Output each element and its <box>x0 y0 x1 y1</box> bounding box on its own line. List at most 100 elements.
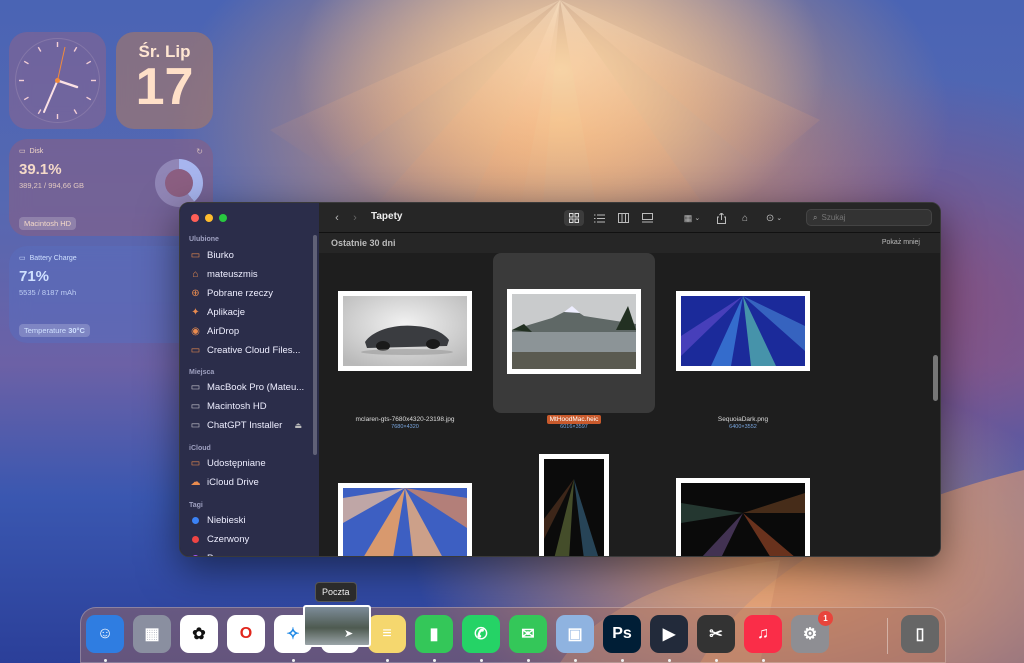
search-input[interactable] <box>821 213 922 222</box>
disk-icon: ▭ <box>190 400 201 412</box>
dock-final-cut-pro-icon[interactable]: ✂ <box>697 615 735 653</box>
dock-ustawienia-systemowe-icon[interactable]: ⚙ 1 <box>791 611 833 653</box>
dock-infuse-icon[interactable]: ▶ <box>650 615 688 653</box>
file-name[interactable]: SequoiaDark.png <box>663 416 823 423</box>
running-indicator <box>527 659 530 662</box>
tag-color-dot <box>192 554 199 556</box>
group-by-button[interactable]: ▦ ⌄ <box>679 210 705 226</box>
dock-photoshop-icon[interactable]: Ps <box>603 615 641 653</box>
sidebar-item-label: ChatGPT Installer <box>207 419 283 431</box>
sidebar-header-tags: Tagi <box>189 502 203 509</box>
running-indicator <box>668 659 671 662</box>
show-less-link[interactable]: Pokaż mniej <box>882 239 920 246</box>
content-scrollbar[interactable] <box>933 355 938 401</box>
sidebar-item-favorite-4[interactable]: ◉ AirDrop <box>190 322 312 340</box>
share-button[interactable] <box>713 210 729 226</box>
zoom-button[interactable] <box>219 214 227 222</box>
dock-whatsapp-icon[interactable]: ✆ <box>462 615 500 653</box>
running-indicator <box>104 659 107 662</box>
tag-dot-icon <box>190 553 201 556</box>
desktop-folder-icon: ▭ <box>190 249 201 261</box>
file-thumbnail[interactable] <box>338 483 472 556</box>
abstract-burst-image <box>681 483 805 556</box>
dock-launchpad-icon[interactable]: ▦ <box>133 615 171 653</box>
list-view-button[interactable] <box>589 210 609 226</box>
file-name-text: MtHoodMac.heic <box>546 415 602 424</box>
file-thumbnail[interactable] <box>539 454 609 556</box>
clock-widget[interactable] <box>9 32 106 129</box>
battery-detail: 5535 / 8187 mAh <box>19 288 77 297</box>
dock-separator <box>887 618 888 654</box>
dock-muzyka-icon[interactable]: ♫ <box>744 615 782 653</box>
gallery-icon <box>641 213 653 223</box>
running-indicator <box>715 659 718 662</box>
dock-kosz-icon[interactable]: ▯ <box>901 615 939 653</box>
finder-content: ‹ › Tapety ▦ ⌄ ⌂ ⊙ ⌄ ⌕ Szukaj Ostatnie 3… <box>319 203 940 556</box>
file-name[interactable]: MtHoodMac.heic <box>494 415 654 424</box>
file-name[interactable]: mclaren-gts-7680x4320-23198.jpg <box>325 416 485 423</box>
dock-wiadomo-ci-icon[interactable]: ✉ <box>509 615 547 653</box>
file-dimensions: 7680×4320 <box>391 424 419 430</box>
file-thumbnail[interactable] <box>676 291 810 371</box>
search-field[interactable]: ⌕ <box>806 209 932 226</box>
tag-color-dot <box>192 535 199 543</box>
applications-icon: ✦ <box>191 306 200 318</box>
chevron-down-icon: ⌄ <box>694 215 701 222</box>
home-icon: ⌂ <box>192 268 199 280</box>
sidebar-item-tag-1[interactable]: Czerwony <box>190 530 312 548</box>
refresh-icon[interactable]: ↻ <box>196 147 203 156</box>
minimize-button[interactable] <box>205 214 213 222</box>
dock-notatki-icon[interactable]: ≡ <box>368 615 406 653</box>
finder-sidebar: Ulubione ▭ Biurko ⌂ mateuszmis ⊕ Pobrane rzec… <box>180 203 319 556</box>
sidebar-item-location-1[interactable]: ▭ Macintosh HD <box>190 397 312 415</box>
sidebar-item-tag-0[interactable]: Niebieski <box>190 511 312 529</box>
dock-chatgpt-icon[interactable]: ✿ <box>180 615 218 653</box>
sidebar-item-icloud-0[interactable]: ▭ Udostępniane <box>190 454 312 472</box>
forward-chevron-icon[interactable]: › <box>349 210 361 226</box>
sidebar-item-favorite-1[interactable]: ⌂ mateuszmis <box>190 265 312 283</box>
window-title: Tapety <box>371 211 403 222</box>
sidebar-item-favorite-5[interactable]: ▭ Creative Cloud Files... <box>190 341 312 359</box>
sidebar-item-tag-2[interactable]: Purpurowy <box>190 549 312 556</box>
sidebar-item-label: Udostępniane <box>207 457 266 469</box>
sidebar-item-label: Macintosh HD <box>207 400 267 412</box>
dock-podgl-d-icon[interactable]: ▣ <box>556 615 594 653</box>
file-thumbnail[interactable] <box>338 291 472 371</box>
dragged-image-preview[interactable] <box>303 605 371 647</box>
column-view-button[interactable] <box>613 210 633 226</box>
dock-finder-icon[interactable]: ☺ <box>86 615 124 653</box>
dock-numbers-icon[interactable]: ▮ <box>415 615 453 653</box>
eject-icon[interactable]: ⏏ <box>294 421 302 430</box>
running-indicator <box>480 659 483 662</box>
window-controls <box>191 214 227 222</box>
group-header: Ostatnie 30 dni Pokaż mniej <box>319 233 940 253</box>
calendar-widget[interactable]: Śr. Lip 17 <box>116 32 213 129</box>
calendar-day: 17 <box>135 58 194 116</box>
sidebar-scrollbar[interactable] <box>313 235 317 455</box>
sidebar-item-favorite-0[interactable]: ▭ Biurko <box>190 246 312 264</box>
disk-percent: 39.1% <box>19 161 62 178</box>
icon-view-button[interactable] <box>564 210 584 226</box>
back-chevron-icon[interactable]: ‹ <box>331 210 343 226</box>
dock-opera-icon[interactable]: O <box>227 615 265 653</box>
sidebar-item-label: iCloud Drive <box>207 476 259 488</box>
sidebar-item-location-2[interactable]: ▭ ChatGPT Installer ⏏ <box>190 416 312 434</box>
close-button[interactable] <box>191 214 199 222</box>
sidebar-item-location-0[interactable]: ▭ MacBook Pro (Mateu... <box>190 378 312 396</box>
more-actions-button[interactable]: ⊙ ⌄ <box>761 210 787 226</box>
sidebar-item-icloud-1[interactable]: ☁ iCloud Drive <box>190 473 312 491</box>
group-grid-icon: ▦ <box>683 212 693 223</box>
file-thumbnail-selected[interactable] <box>507 289 641 374</box>
tag-button[interactable]: ⌂ <box>737 210 753 226</box>
search-icon: ⌕ <box>813 212 818 222</box>
columns-icon <box>617 213 629 223</box>
sidebar-header-favorites: Ulubione <box>189 236 219 243</box>
sequoia-dark-image <box>681 296 805 366</box>
finder-window[interactable]: Ulubione ▭ Biurko ⌂ mateuszmis ⊕ Pobrane rzec… <box>179 202 941 557</box>
gallery-view-button[interactable] <box>637 210 657 226</box>
battery-label-text: Battery Charge <box>29 254 77 262</box>
sidebar-item-favorite-3[interactable]: ✦ Aplikacje <box>190 303 312 321</box>
file-thumbnail[interactable] <box>676 478 810 556</box>
battery-percent: 71% <box>19 268 50 285</box>
sidebar-item-favorite-2[interactable]: ⊕ Pobrane rzeczy <box>190 284 312 302</box>
